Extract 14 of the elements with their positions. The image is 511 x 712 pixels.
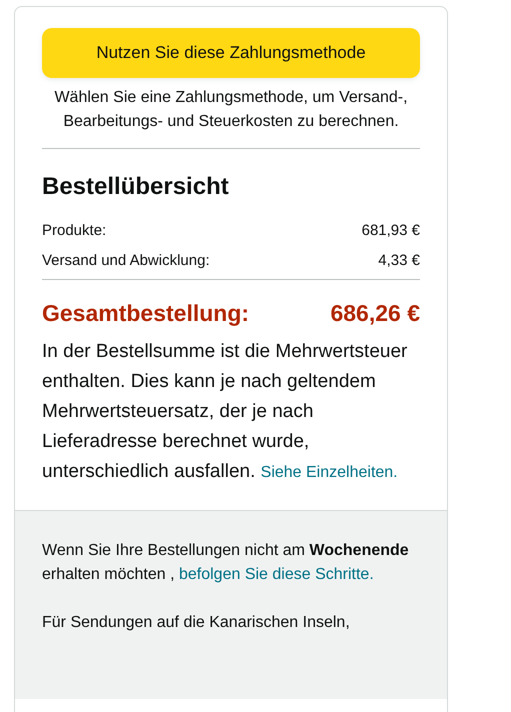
details-link[interactable]: Siehe Einzelheiten. [260,464,398,481]
total-value: 686,26 € [330,300,420,327]
row-label: Versand und Abwicklung: [42,251,210,271]
row-value: 4,33 € [378,251,420,271]
use-payment-method-button[interactable]: Nutzen Sie diese Zahlungsmethode [42,28,420,78]
row-label: Produkte: [42,221,106,241]
summary-title: Bestellübersicht [42,173,230,201]
total-label: Gesamtbestellung: [42,300,250,327]
canary-note: Für Sendungen auf die Kanarischen Inseln, [42,613,351,633]
steps-link[interactable]: befolgen Sie diese Schritte. [178,566,374,583]
row-value: 681,93 € [362,221,420,241]
vat-note: In der Bestellsumme ist die Mehrwertsteuer enthalten. Dies kann je nach geltendem Mehrwertsteuersatz, der je nach Lieferadresse berechnet wurde, unterschiedlich ausfallen. Siehe Einzelheiten. [42,340,408,484]
payment-note: Wählen Sie eine Zahlungsmethode, um Versand-, Bearbeitungs- und Steuerkosten zu berechnen. [53,88,409,132]
weekend-note: Wenn Sie Ihre Bestellungen nicht am Wochenende erhalten möchten , befolgen Sie diese Schritte. [42,541,410,585]
